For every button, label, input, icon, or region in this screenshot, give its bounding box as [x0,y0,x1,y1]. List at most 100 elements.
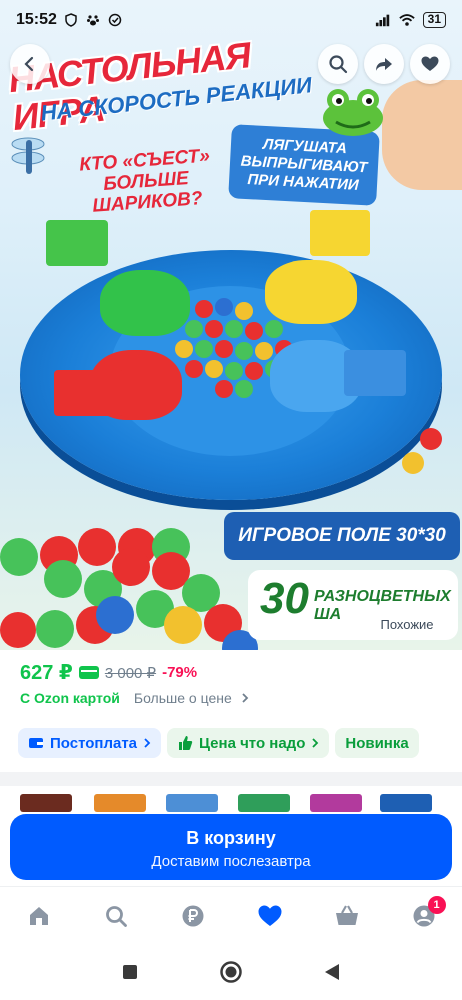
search-icon [105,905,127,927]
ball [205,320,223,338]
chip-fair-price-label: Цена что надо [199,734,306,752]
reco-thumb[interactable] [20,794,72,812]
ball [175,340,193,358]
ball [185,360,203,378]
chip-new[interactable]: Новинка [335,728,419,758]
ozon-card-label: С Ozon картой [20,690,120,706]
image-field-note: ИГРОВОЕ ПОЛЕ 30*30 СМ [224,512,460,594]
price-row: 627 ₽ 3 000 ₽ -79% [20,660,197,685]
ball [0,538,38,576]
reco-thumb[interactable] [310,794,362,812]
share-arrow-icon [376,58,392,71]
back-triangle-icon[interactable] [323,962,341,982]
nav-home[interactable] [17,894,61,938]
chevron-right-icon [312,738,319,748]
lever-yellow [310,210,370,256]
nav-search[interactable] [94,894,138,938]
nav-cart[interactable] [325,894,369,938]
favorite-button[interactable] [410,44,450,84]
nav-finance[interactable] [171,894,215,938]
ball [215,340,233,358]
frog-face-icon [323,89,383,136]
shield-check-icon [63,12,79,28]
share-button[interactable] [364,44,404,84]
ball [235,342,253,360]
ball [225,362,243,380]
battery-icon: 31 [422,12,446,28]
more-price-label: Больше о цене [133,690,232,706]
recents-square-icon[interactable] [121,963,139,981]
chip-postpay[interactable]: Постоплата [18,728,162,758]
profile-badge: 1 [427,895,446,914]
ball [225,320,243,338]
reco-thumb[interactable] [94,794,146,812]
chevron-right-icon [144,738,151,748]
back-button[interactable] [10,44,50,84]
ball [235,302,253,320]
home-circle-icon[interactable] [219,960,243,984]
status-time: 15:52 [16,11,57,28]
reco-thumb[interactable] [238,794,290,812]
ball [78,528,116,566]
bottom-nav: 1 [0,886,462,944]
cart-subtitle: Доставим послезавтра [151,853,311,870]
dragonfly-icon [11,137,45,174]
ruble-icon [182,905,203,926]
game-board [20,210,442,500]
chip-fair-price[interactable]: Цена что надо [167,728,330,758]
ball [420,428,442,450]
ozon-card-row: С Ozon картой Больше о цене [20,690,250,706]
lever-red [54,370,124,416]
home-icon [29,906,48,925]
add-to-cart-button[interactable]: В корзину Доставим послезавтра [10,814,452,880]
heart-icon [421,56,439,71]
chip-new-label: Новинка [345,734,409,752]
green-frog [100,270,190,336]
image-question: КТО «СЪЕСТ» БОЛЬШЕ ШАРИКОВ? [78,145,211,217]
chevron-right-icon [242,693,248,703]
ball [96,596,134,634]
price-current: 627 ₽ [20,662,73,684]
price-discount: -79% [162,664,198,681]
ball [265,320,283,338]
paw-icon [85,12,101,28]
product-image[interactable]: НАСТОЛЬНАЯ ИГРА НА СКОРОСТЬ РЕАКЦИИ КТО … [0,0,462,650]
ball [245,362,263,380]
price-old: 3 000 ₽ [104,664,157,682]
ball [164,606,202,644]
wallet-icon [29,738,43,748]
check-badge-icon [107,12,123,28]
more-price-link[interactable]: Больше о цене [134,690,250,706]
reco-thumb[interactable] [166,794,218,812]
ball [255,342,273,360]
ball [36,610,74,648]
ball [112,548,150,586]
nav-profile[interactable]: 1 [402,894,446,938]
yellow-frog [265,260,357,324]
ball [215,380,233,398]
ball [205,360,223,378]
reco-thumb[interactable] [380,794,432,812]
ball [215,298,233,316]
ball [0,612,36,648]
status-bar: 15:52 31 [0,0,462,40]
balls-number: 30 [260,574,309,623]
ball [235,380,253,398]
similar-button[interactable]: Похожие [366,612,448,638]
recommendations-strip[interactable] [0,786,462,816]
nav-favorites[interactable] [248,894,292,938]
search-icon [329,55,348,74]
thumbs-up-icon [179,736,193,750]
lever-blue [344,350,406,396]
search-button[interactable] [318,44,358,84]
basket-icon [335,904,358,925]
section-divider [0,772,462,786]
card-icon [78,666,99,679]
chip-postpay-label: Постоплата [50,734,138,752]
cart-title: В корзину [186,828,276,848]
signal-icon [375,12,391,28]
lever-green [46,220,108,266]
heart-icon [258,905,281,926]
wifi-icon [398,12,415,28]
chevron-left-icon [24,56,34,72]
